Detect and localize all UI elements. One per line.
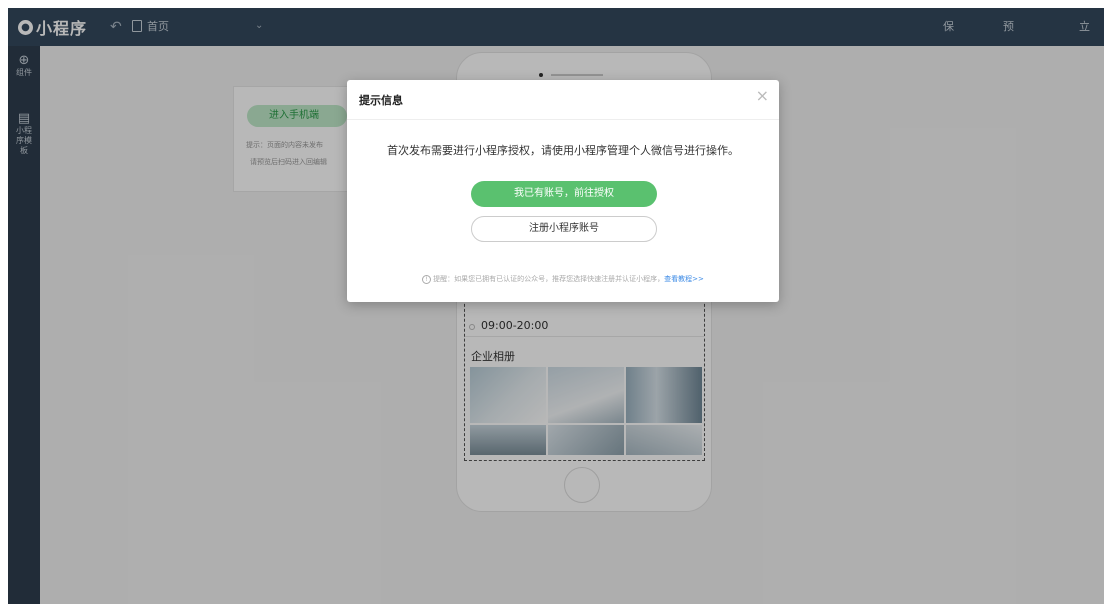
authorize-button[interactable]: 我已有账号，前往授权 bbox=[471, 181, 657, 207]
info-icon: ! bbox=[422, 274, 432, 284]
close-icon[interactable]: × bbox=[756, 88, 769, 104]
app-window: ● 小程序 ↶ 首页 ⌄ 保存 预览 立即发布 ⊕ 组件 ▤ 小程序模板 进入手… bbox=[8, 8, 1104, 604]
authorization-dialog: 提示信息 × 首次发布需要进行小程序授权，请使用小程序管理个人微信号进行操作。 … bbox=[347, 80, 779, 302]
register-button[interactable]: 注册小程序账号 bbox=[471, 216, 657, 242]
dialog-title: 提示信息 bbox=[359, 94, 403, 107]
tip-text: 提醒：如果您已拥有已认证的公众号，推荐您选择快速注册并认证小程序， bbox=[433, 275, 665, 283]
dialog-header: 提示信息 × bbox=[347, 80, 779, 120]
dialog-message: 首次发布需要进行小程序授权，请使用小程序管理个人微信号进行操作。 bbox=[387, 144, 739, 157]
tutorial-link[interactable]: 查看教程>> bbox=[664, 275, 704, 283]
dialog-tip: ! 提醒：如果您已拥有已认证的公众号，推荐您选择快速注册并认证小程序，查看教程>> bbox=[347, 274, 779, 284]
